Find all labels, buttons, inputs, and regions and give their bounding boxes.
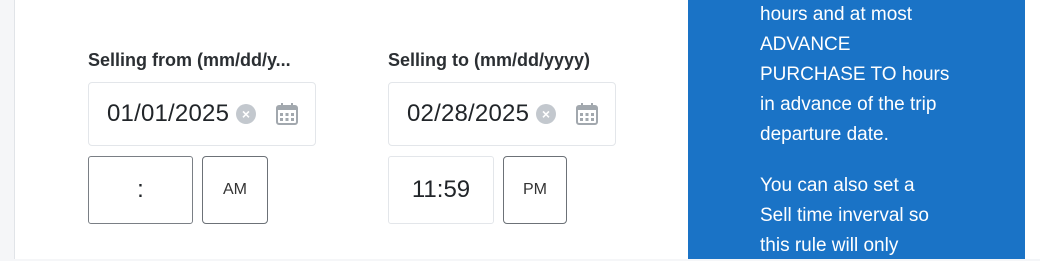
info-panel: hours and at most ADVANCE PURCHASE TO ho… — [688, 0, 1025, 259]
selling-from-ampm-toggle[interactable]: AM — [202, 156, 268, 224]
clear-icon[interactable]: × — [536, 104, 556, 124]
selling-to-date-value: 02/28/2025 — [407, 100, 530, 127]
selling-to-date-field[interactable]: 02/28/2025 × — [388, 82, 616, 146]
selling-to-time-input[interactable]: 11:59 — [388, 156, 494, 224]
selling-from-time-value: : — [137, 176, 144, 203]
info-line: PURCHASE TO hours — [760, 64, 950, 85]
info-line: this rule will only — [760, 235, 899, 256]
info-line: departure date. — [760, 124, 889, 145]
selling-to-ampm-toggle[interactable]: PM — [503, 156, 567, 224]
selling-from-label: Selling from (mm/dd/y... — [88, 50, 291, 70]
info-paragraph-2: You can also set a Sell time inverval so… — [760, 171, 990, 261]
info-line: Sell time inverval so — [760, 205, 929, 226]
info-line: You can also set a — [760, 175, 915, 196]
clear-icon[interactable]: × — [236, 104, 256, 124]
calendar-icon[interactable] — [575, 102, 599, 126]
calendar-icon[interactable] — [275, 102, 299, 126]
info-paragraph-1: hours and at most ADVANCE PURCHASE TO ho… — [760, 0, 990, 150]
selling-to-label: Selling to (mm/dd/yyyy) — [388, 50, 591, 70]
info-line: hours and at most — [760, 4, 913, 25]
selling-from-time-input[interactable]: : — [88, 156, 193, 224]
info-line: ADVANCE — [760, 34, 851, 55]
selling-from-date-field[interactable]: 01/01/2025 × — [88, 82, 316, 146]
selling-to-time-value: 11:59 — [411, 176, 471, 203]
selling-from-date-value: 01/01/2025 — [107, 100, 230, 127]
info-line: in advance of the trip — [760, 94, 937, 115]
